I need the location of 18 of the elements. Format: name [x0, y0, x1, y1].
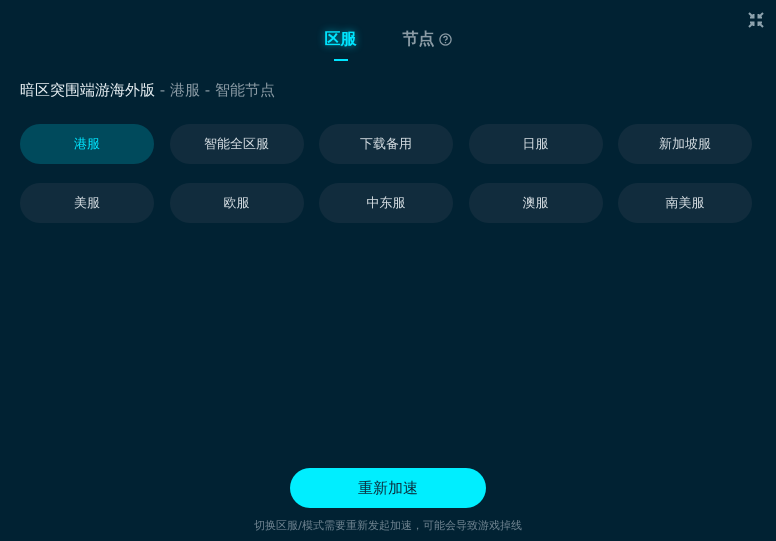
- server-option[interactable]: 港服: [20, 124, 154, 164]
- server-option[interactable]: 美服: [20, 183, 154, 223]
- server-option[interactable]: 欧服: [170, 183, 304, 223]
- server-option[interactable]: 南美服: [618, 183, 752, 223]
- page-heading: 暗区突围端游海外版 - 港服 - 智能节点: [20, 81, 276, 100]
- server-option[interactable]: 下载备用: [319, 124, 453, 164]
- server-option[interactable]: 新加坡服: [618, 124, 752, 164]
- tab[interactable]: 节点: [402, 25, 452, 61]
- server-option[interactable]: 澳服: [468, 183, 602, 223]
- server-option[interactable]: 日服: [468, 124, 602, 164]
- server-option[interactable]: 智能全区服: [170, 124, 304, 164]
- server-option[interactable]: 中东服: [319, 183, 453, 223]
- tab[interactable]: 区服: [324, 25, 356, 61]
- tab-indicator: [334, 59, 348, 61]
- reaccelerate-button[interactable]: 重新加速: [290, 468, 486, 508]
- help-icon[interactable]: [438, 32, 452, 46]
- hint-text: 切换区服/模式需要重新发起加速，可能会导致游戏掉线: [254, 518, 522, 533]
- close-icon[interactable]: [748, 12, 764, 28]
